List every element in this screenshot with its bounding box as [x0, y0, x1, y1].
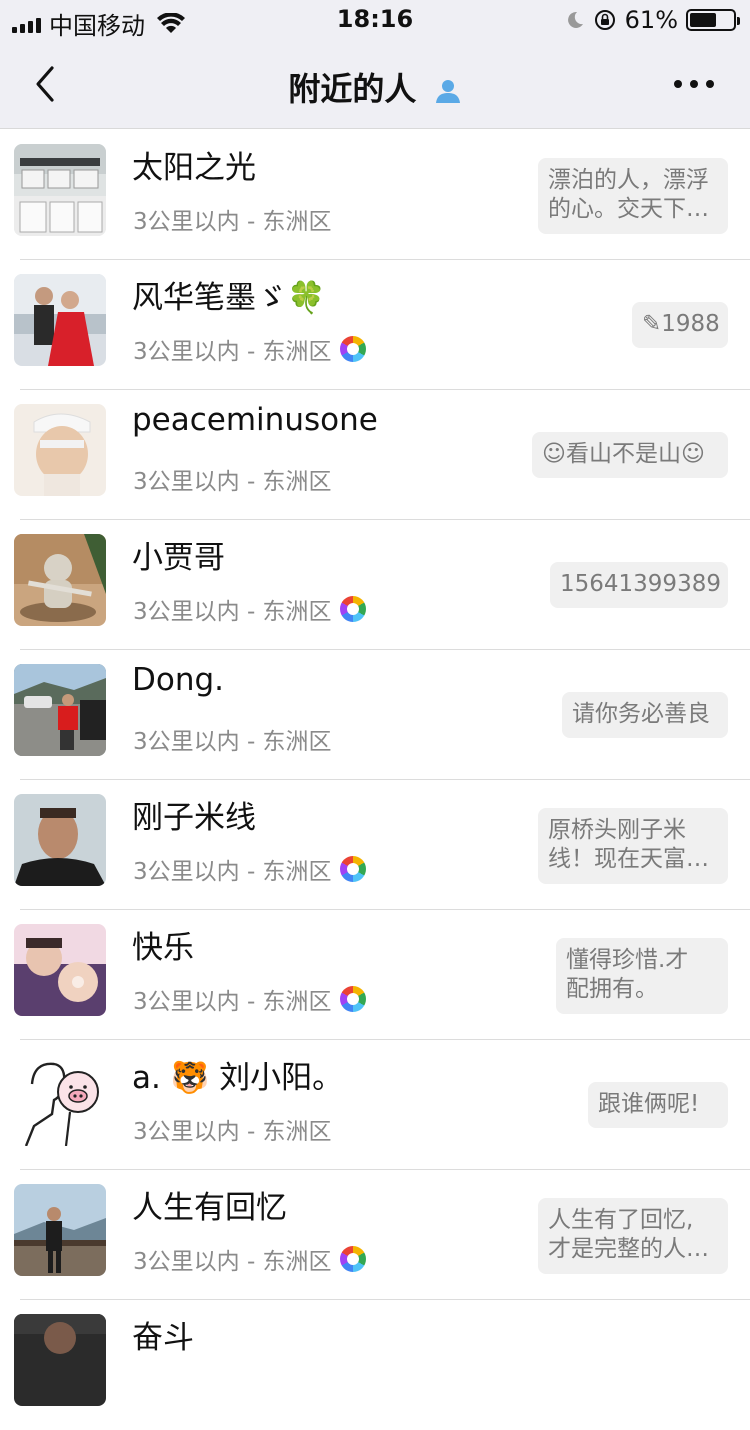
battery-fill	[690, 13, 716, 27]
avatar	[14, 144, 106, 236]
avatar	[14, 1054, 106, 1146]
location-text: 3公里以内 - 东洲区	[133, 469, 332, 495]
person-name: 人生有回忆	[132, 1190, 287, 1226]
location-text: 3公里以内 - 东洲区	[133, 729, 332, 755]
signature-bubble: 15641399389	[550, 562, 728, 608]
page-title: 附近的人	[0, 64, 750, 110]
location-text: 3公里以内 - 东洲区	[133, 1249, 332, 1275]
avatar	[14, 924, 106, 1016]
moments-icon	[339, 986, 366, 1012]
list-item[interactable]: 小贾哥 3公里以内 - 东洲区 15641399389	[0, 520, 750, 650]
signature-text: 人生有了回忆, 才是完整的人…	[548, 1207, 709, 1262]
battery-percent: 61%	[624, 6, 678, 34]
signature-bubble: 原桥头刚子米 线！现在天富…	[538, 808, 728, 884]
list-item[interactable]: 快乐 3公里以内 - 东洲区 懂得珍惜.才 配拥有。	[0, 910, 750, 1040]
person-location: 3公里以内 - 东洲区	[133, 982, 366, 1016]
page-title-text: 附近的人	[288, 70, 417, 108]
signature-bubble: 人生有了回忆, 才是完整的人…	[538, 1198, 728, 1274]
location-text: 3公里以内 - 东洲区	[133, 859, 332, 885]
signature-text: 懂得珍惜.才 配拥有。	[566, 947, 689, 1002]
person-icon	[435, 80, 460, 103]
person-location: 3公里以内 - 东洲区	[133, 1112, 332, 1146]
signature-text: ✎1988	[642, 311, 720, 337]
moments-icon	[339, 596, 366, 622]
signature-bubble: 漂泊的人，漂浮 的心。交天下…	[538, 158, 728, 234]
signature-text: 跟谁俩呢!	[598, 1091, 700, 1117]
person-location: 3公里以内 - 东洲区	[133, 332, 366, 366]
person-location: 3公里以内 - 东洲区	[133, 592, 366, 626]
avatar	[14, 1184, 106, 1276]
list-item[interactable]: 太阳之光 3公里以内 - 东洲区 漂泊的人，漂浮 的心。交天下…	[0, 130, 750, 260]
avatar	[14, 534, 106, 626]
rotation-lock-icon	[594, 10, 615, 30]
signature-text: 漂泊的人，漂浮 的心。交天下…	[548, 167, 709, 222]
location-text: 3公里以内 - 东洲区	[133, 1119, 332, 1145]
signature-bubble: 请你务必善良	[562, 692, 728, 738]
signature-text: 原桥头刚子米 线！现在天富…	[548, 817, 709, 872]
moments-icon	[339, 856, 366, 882]
moon-icon	[567, 11, 583, 28]
nav-bar: 附近的人	[0, 40, 750, 129]
location-text: 3公里以内 - 东洲区	[133, 599, 332, 625]
signature-text: ☺看山不是山☺	[542, 441, 705, 467]
battery-icon	[686, 9, 740, 31]
avatar	[14, 794, 106, 886]
people-list: 太阳之光 3公里以内 - 东洲区 漂泊的人，漂浮 的心。交天下… 风华笔墨ゞ🍀 …	[0, 130, 750, 1430]
avatar	[14, 274, 106, 366]
person-name: 快乐	[132, 930, 194, 966]
person-name: a. 🐯 刘小阳。	[132, 1060, 344, 1096]
signature-bubble: ✎1988	[632, 302, 728, 348]
avatar	[14, 404, 106, 496]
avatar	[14, 664, 106, 756]
person-name: 太阳之光	[132, 150, 256, 186]
signature-bubble: ☺看山不是山☺	[532, 432, 728, 478]
person-name: 刚子米线	[132, 800, 256, 836]
ellipsis-icon[interactable]	[674, 80, 714, 88]
signature-bubble: 跟谁俩呢!	[588, 1082, 728, 1128]
list-item[interactable]: 奋斗	[0, 1300, 750, 1430]
list-item[interactable]: 人生有回忆 3公里以内 - 东洲区 人生有了回忆, 才是完整的人…	[0, 1170, 750, 1300]
moments-icon	[339, 1246, 366, 1272]
list-item[interactable]: peaceminusone 3公里以内 - 东洲区 ☺看山不是山☺	[0, 390, 750, 520]
person-location: 3公里以内 - 东洲区	[133, 202, 332, 236]
person-location: 3公里以内 - 东洲区	[133, 722, 332, 756]
status-bar: 中国移动 18:16 61%	[0, 0, 750, 40]
person-name: 奋斗	[132, 1320, 194, 1356]
person-name: Dong.	[132, 662, 225, 698]
signature-bubble: 懂得珍惜.才 配拥有。	[556, 938, 728, 1014]
list-item[interactable]: Dong. 3公里以内 - 东洲区 请你务必善良	[0, 650, 750, 780]
person-location: 3公里以内 - 东洲区	[133, 1242, 366, 1276]
list-item[interactable]: 刚子米线 3公里以内 - 东洲区 原桥头刚子米 线！现在天富…	[0, 780, 750, 910]
signature-text: 15641399389	[560, 571, 721, 597]
person-name: peaceminusone	[132, 402, 378, 438]
location-text: 3公里以内 - 东洲区	[133, 209, 332, 235]
person-location: 3公里以内 - 东洲区	[133, 852, 366, 886]
location-text: 3公里以内 - 东洲区	[133, 339, 332, 365]
person-location: 3公里以内 - 东洲区	[133, 462, 332, 496]
list-item[interactable]: a. 🐯 刘小阳。 3公里以内 - 东洲区 跟谁俩呢!	[0, 1040, 750, 1170]
list-item[interactable]: 风华笔墨ゞ🍀 3公里以内 - 东洲区 ✎1988	[0, 260, 750, 390]
moments-icon	[339, 336, 366, 362]
signature-text: 请你务必善良	[572, 701, 710, 727]
status-right: 61%	[565, 6, 740, 34]
location-text: 3公里以内 - 东洲区	[133, 989, 332, 1015]
person-name: 风华笔墨ゞ🍀	[132, 280, 326, 316]
person-name: 小贾哥	[132, 540, 225, 576]
avatar	[14, 1314, 106, 1406]
